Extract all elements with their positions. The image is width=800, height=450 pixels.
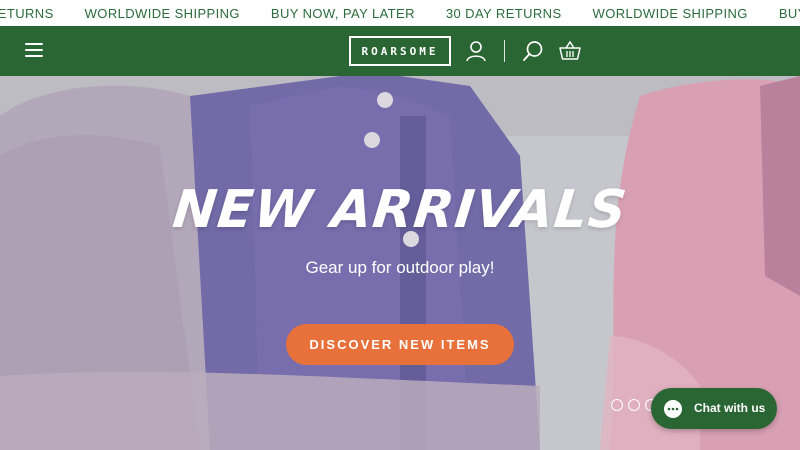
announcement-bar: RETURNS WORLDWIDE SHIPPING BUY NOW, PAY …	[0, 0, 800, 26]
announcement-item: RETURNS	[0, 5, 54, 21]
site-header: ROARSOME	[0, 26, 800, 76]
site-logo[interactable]: ROARSOME	[349, 36, 451, 66]
basket-icon[interactable]	[558, 39, 582, 63]
discover-new-items-button[interactable]: DISCOVER NEW ITEMS	[286, 324, 514, 365]
slide-dot[interactable]	[628, 399, 640, 411]
search-icon[interactable]	[521, 39, 545, 63]
chat-bubble-icon	[664, 400, 682, 418]
chat-label: Chat with us	[694, 401, 766, 415]
announcement-item: WORLDWIDE SHIPPING	[592, 5, 748, 21]
announcement-track: RETURNS WORLDWIDE SHIPPING BUY NOW, PAY …	[0, 0, 800, 26]
announcement-item: WORLDWIDE SHIPPING	[84, 5, 240, 21]
announcement-item: BUY NOW, PAY LATER	[270, 5, 415, 21]
hero-subtitle: Gear up for outdoor play!	[305, 258, 495, 277]
account-icon[interactable]	[464, 39, 488, 63]
announcement-item: 30 DAY RETURNS	[445, 5, 562, 21]
chat-button[interactable]: Chat with us	[651, 388, 777, 429]
hero-title: NEW ARRIVALS	[169, 180, 631, 240]
header-divider	[504, 40, 505, 62]
slide-dot[interactable]	[611, 399, 623, 411]
menu-icon[interactable]	[25, 43, 43, 58]
announcement-item: BUY NOW, PAY LATER	[778, 5, 800, 21]
